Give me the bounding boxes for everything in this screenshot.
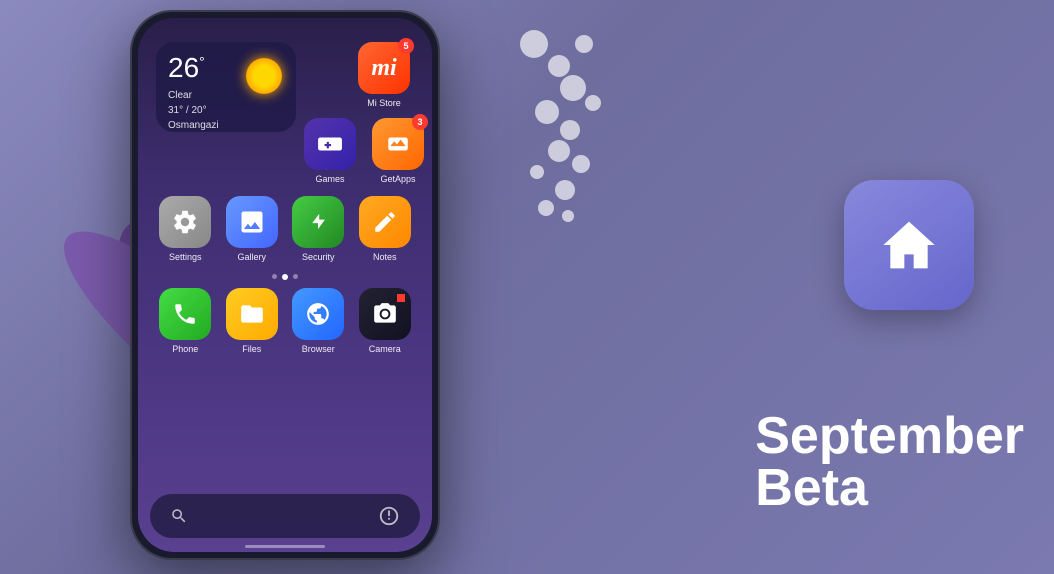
browser-icon xyxy=(305,301,331,327)
app-files[interactable]: Files xyxy=(222,288,282,354)
september-label: September xyxy=(755,410,1024,462)
phone-screen: 26° Clear 31° / 20° Osmangazi mi 5 Mi St… xyxy=(138,18,432,552)
home-indicator xyxy=(245,545,325,548)
beta-label: Beta xyxy=(755,462,1024,514)
dot-1 xyxy=(272,274,277,279)
app-browser[interactable]: Browser xyxy=(288,288,348,354)
dot-3 xyxy=(293,274,298,279)
camera-red-dot xyxy=(397,294,405,302)
weather-sun-icon xyxy=(246,58,282,94)
mi-store-label: Mi Store xyxy=(367,98,401,108)
app-games[interactable]: Games xyxy=(300,118,360,184)
app-gallery[interactable]: Gallery xyxy=(222,196,282,262)
mi-store-logo: mi xyxy=(371,55,396,82)
phone-icon xyxy=(172,301,198,327)
mi-store-badge: 5 xyxy=(398,38,414,54)
search-icon[interactable] xyxy=(170,507,188,525)
getapps-label: GetApps xyxy=(380,174,415,184)
files-icon xyxy=(239,301,265,327)
notes-label: Notes xyxy=(373,252,397,262)
security-label: Security xyxy=(302,252,335,262)
app-row-3: Settings Gallery xyxy=(138,196,432,262)
camera-icon xyxy=(372,301,398,327)
weather-widget[interactable]: 26° Clear 31° / 20° Osmangazi xyxy=(156,42,296,132)
app-security[interactable]: Security xyxy=(288,196,348,262)
getapps-badge: 3 xyxy=(412,114,428,130)
weather-description: Clear 31° / 20° Osmangazi xyxy=(168,88,284,133)
home-app-icon[interactable] xyxy=(844,180,974,310)
app-mi-store[interactable]: mi 5 Mi Store xyxy=(354,42,414,108)
phone-app-label: Phone xyxy=(172,344,198,354)
pagination-dots xyxy=(138,274,432,280)
security-icon xyxy=(304,208,332,236)
settings-label: Settings xyxy=(169,252,202,262)
notes-icon xyxy=(372,209,398,235)
september-beta-text: September Beta xyxy=(755,410,1024,514)
browser-label: Browser xyxy=(302,344,335,354)
app-phone[interactable]: Phone xyxy=(155,288,215,354)
gallery-icon xyxy=(238,208,266,236)
dot-2 xyxy=(282,274,288,280)
files-label: Files xyxy=(242,344,261,354)
camera-label: Camera xyxy=(369,344,401,354)
gallery-label: Gallery xyxy=(237,252,266,262)
phone-mockup: 26° Clear 31° / 20° Osmangazi mi 5 Mi St… xyxy=(130,10,450,564)
app-camera[interactable]: Camera xyxy=(355,288,415,354)
app-row-4: Phone Files Brow xyxy=(138,288,432,354)
app-settings[interactable]: Settings xyxy=(155,196,215,262)
getapps-icon xyxy=(385,131,411,157)
aiqr-icon[interactable] xyxy=(378,505,400,527)
settings-icon xyxy=(171,208,199,236)
games-label: Games xyxy=(315,174,344,184)
app-notes[interactable]: Notes xyxy=(355,196,415,262)
phone-frame: 26° Clear 31° / 20° Osmangazi mi 5 Mi St… xyxy=(130,10,440,560)
app-getapps[interactable]: 3 GetApps xyxy=(368,118,428,184)
games-icon xyxy=(317,131,343,157)
bottom-search-bar[interactable] xyxy=(150,494,420,538)
house-icon xyxy=(874,210,944,280)
